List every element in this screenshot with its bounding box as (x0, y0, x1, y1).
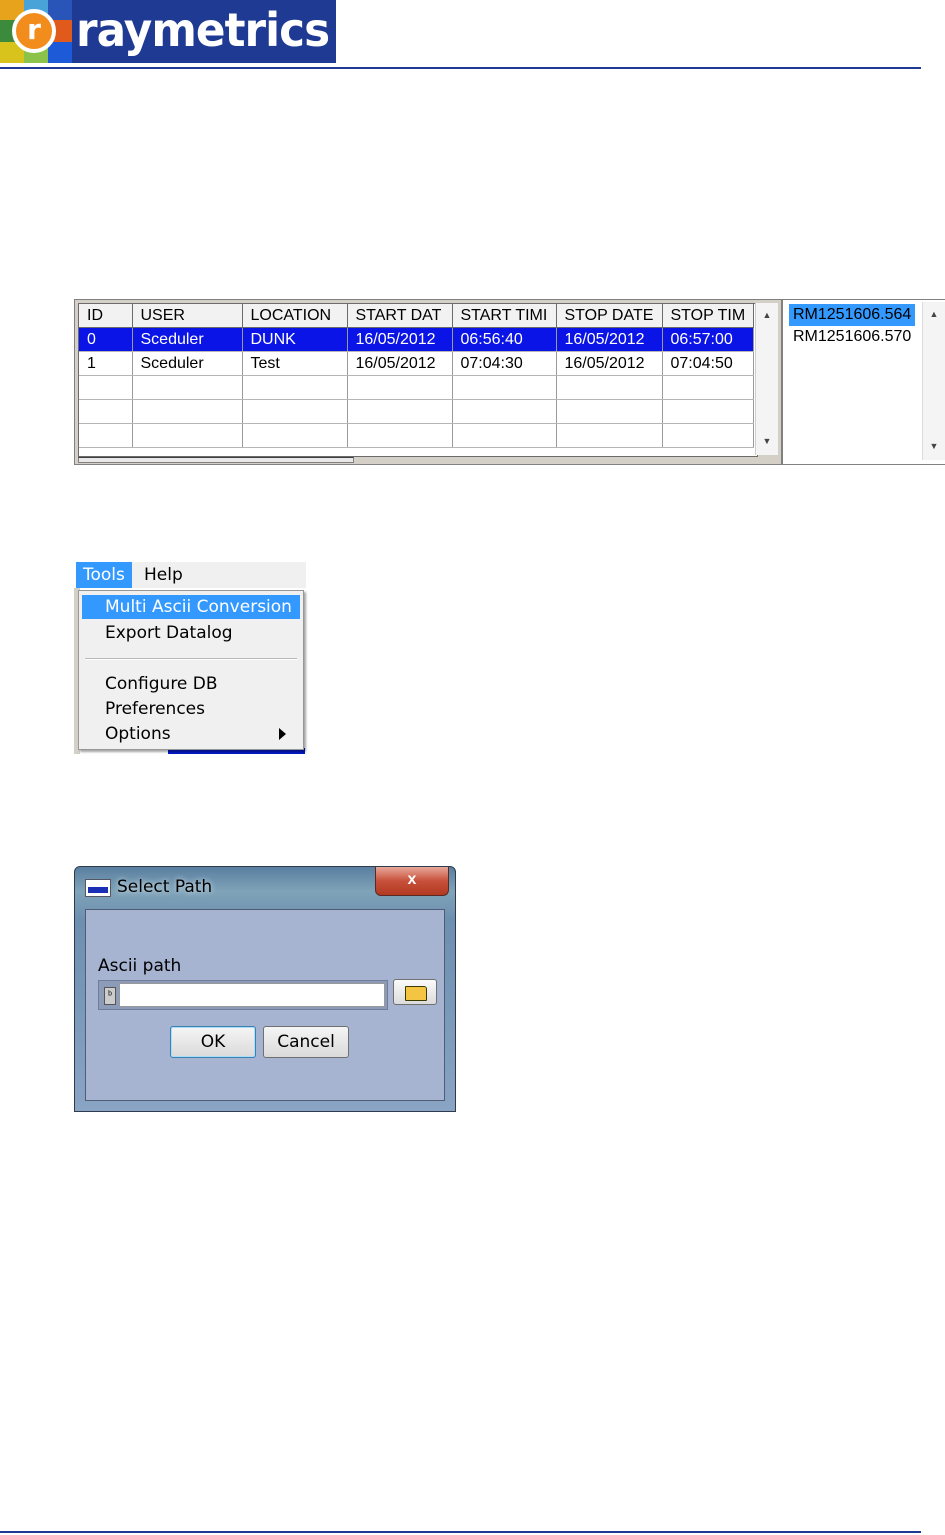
header-rule (0, 67, 921, 69)
grid-header-row: ID USER LOCATION START DAT START TIMI ST… (79, 304, 754, 328)
menu-item-options-label: Options (105, 724, 171, 744)
cell-user[interactable]: Sceduler (132, 351, 243, 376)
menu-item-options[interactable]: Options (82, 722, 300, 746)
folder-open-icon (405, 986, 427, 1001)
file-list-item[interactable]: RM1251606.564 (789, 304, 916, 326)
dialog-title: Select Path (117, 877, 213, 897)
column-header-start-date[interactable]: START DAT (347, 304, 453, 328)
table-row[interactable]: 1 Sceduler Test 16/05/2012 07:04:30 16/0… (79, 351, 754, 376)
cell-start-time[interactable]: 07:04:30 (452, 351, 557, 376)
table-row-empty[interactable] (79, 375, 754, 400)
submenu-arrow-icon (279, 728, 286, 740)
path-indicator-icon[interactable]: ᵇ (104, 987, 116, 1005)
table-row-empty[interactable] (79, 423, 754, 448)
column-header-id[interactable]: ID (79, 304, 133, 328)
cell-start-time[interactable]: 06:56:40 (452, 327, 557, 352)
cell-stop-time[interactable]: 07:04:50 (662, 351, 754, 376)
scroll-up-arrow-icon[interactable]: ▲ (756, 305, 778, 325)
scroll-down-arrow-icon[interactable]: ▼ (756, 431, 778, 451)
cell-id[interactable]: 0 (79, 327, 133, 352)
scroll-down-arrow-icon[interactable]: ▼ (923, 436, 945, 456)
cell-user[interactable]: Sceduler (132, 327, 243, 352)
ok-button[interactable]: OK (170, 1026, 256, 1058)
menu-tools[interactable]: Tools (76, 562, 132, 588)
cell-id[interactable]: 1 (79, 351, 133, 376)
logo-r-mark: r (12, 9, 56, 53)
grid-vertical-scrollbar[interactable]: ▲ ▼ (755, 303, 778, 455)
browse-folder-button[interactable] (393, 979, 437, 1005)
column-header-location[interactable]: LOCATION (242, 304, 348, 328)
logo-wordmark: raymetrics (76, 3, 330, 57)
datalog-panel: ID USER LOCATION START DAT START TIMI ST… (74, 299, 945, 465)
menu-item-export-datalog[interactable]: Export Datalog (82, 621, 300, 645)
ascii-path-control: ᵇ (98, 980, 388, 1010)
menu-item-preferences[interactable]: Preferences (82, 697, 300, 721)
file-list[interactable]: RM1251606.564 RM1251606.570 ▲ ▼ (781, 300, 945, 464)
app-window-icon (85, 879, 111, 897)
cell-start-date[interactable]: 16/05/2012 (347, 327, 453, 352)
close-button[interactable]: x (375, 867, 449, 896)
cell-stop-date[interactable]: 16/05/2012 (556, 351, 663, 376)
tools-dropdown-menu: Multi Ascii Conversion Export Datalog Co… (78, 590, 304, 750)
footer-rule (0, 1531, 921, 1533)
menu-bar: Tools Help (76, 562, 306, 588)
cell-start-date[interactable]: 16/05/2012 (347, 351, 453, 376)
column-header-stop-time[interactable]: STOP TIM (662, 304, 754, 328)
menu-separator (85, 658, 297, 660)
column-header-start-time[interactable]: START TIMI (452, 304, 557, 328)
cell-stop-date[interactable]: 16/05/2012 (556, 327, 663, 352)
cell-stop-time[interactable]: 06:57:00 (662, 327, 754, 352)
menu-help[interactable]: Help (137, 562, 190, 588)
cell-location[interactable]: DUNK (242, 327, 348, 352)
menu-item-multi-ascii-conversion[interactable]: Multi Ascii Conversion (82, 595, 300, 619)
raymetrics-logo: r raymetrics (0, 0, 336, 63)
cell-location[interactable]: Test (242, 351, 348, 376)
menu-item-configure-db[interactable]: Configure DB (82, 672, 300, 696)
dialog-client-area: Ascii path ᵇ OK Cancel (85, 909, 445, 1101)
table-row[interactable]: 0 Sceduler DUNK 16/05/2012 06:56:40 16/0… (79, 327, 754, 352)
file-list-scrollbar[interactable]: ▲ ▼ (922, 302, 945, 460)
column-header-stop-date[interactable]: STOP DATE (556, 304, 663, 328)
table-row-empty[interactable] (79, 399, 754, 424)
select-path-dialog: Select Path x Ascii path ᵇ OK Cancel (74, 866, 456, 1112)
column-header-user[interactable]: USER (132, 304, 243, 328)
grid-horizontal-scrollbar[interactable] (78, 457, 354, 463)
cancel-button[interactable]: Cancel (263, 1026, 349, 1058)
scroll-up-arrow-icon[interactable]: ▲ (923, 304, 945, 324)
file-list-item[interactable]: RM1251606.570 (789, 326, 915, 348)
ascii-path-input[interactable] (119, 983, 385, 1007)
ascii-path-label: Ascii path (98, 956, 182, 976)
datalog-grid[interactable]: ID USER LOCATION START DAT START TIMI ST… (78, 303, 758, 457)
